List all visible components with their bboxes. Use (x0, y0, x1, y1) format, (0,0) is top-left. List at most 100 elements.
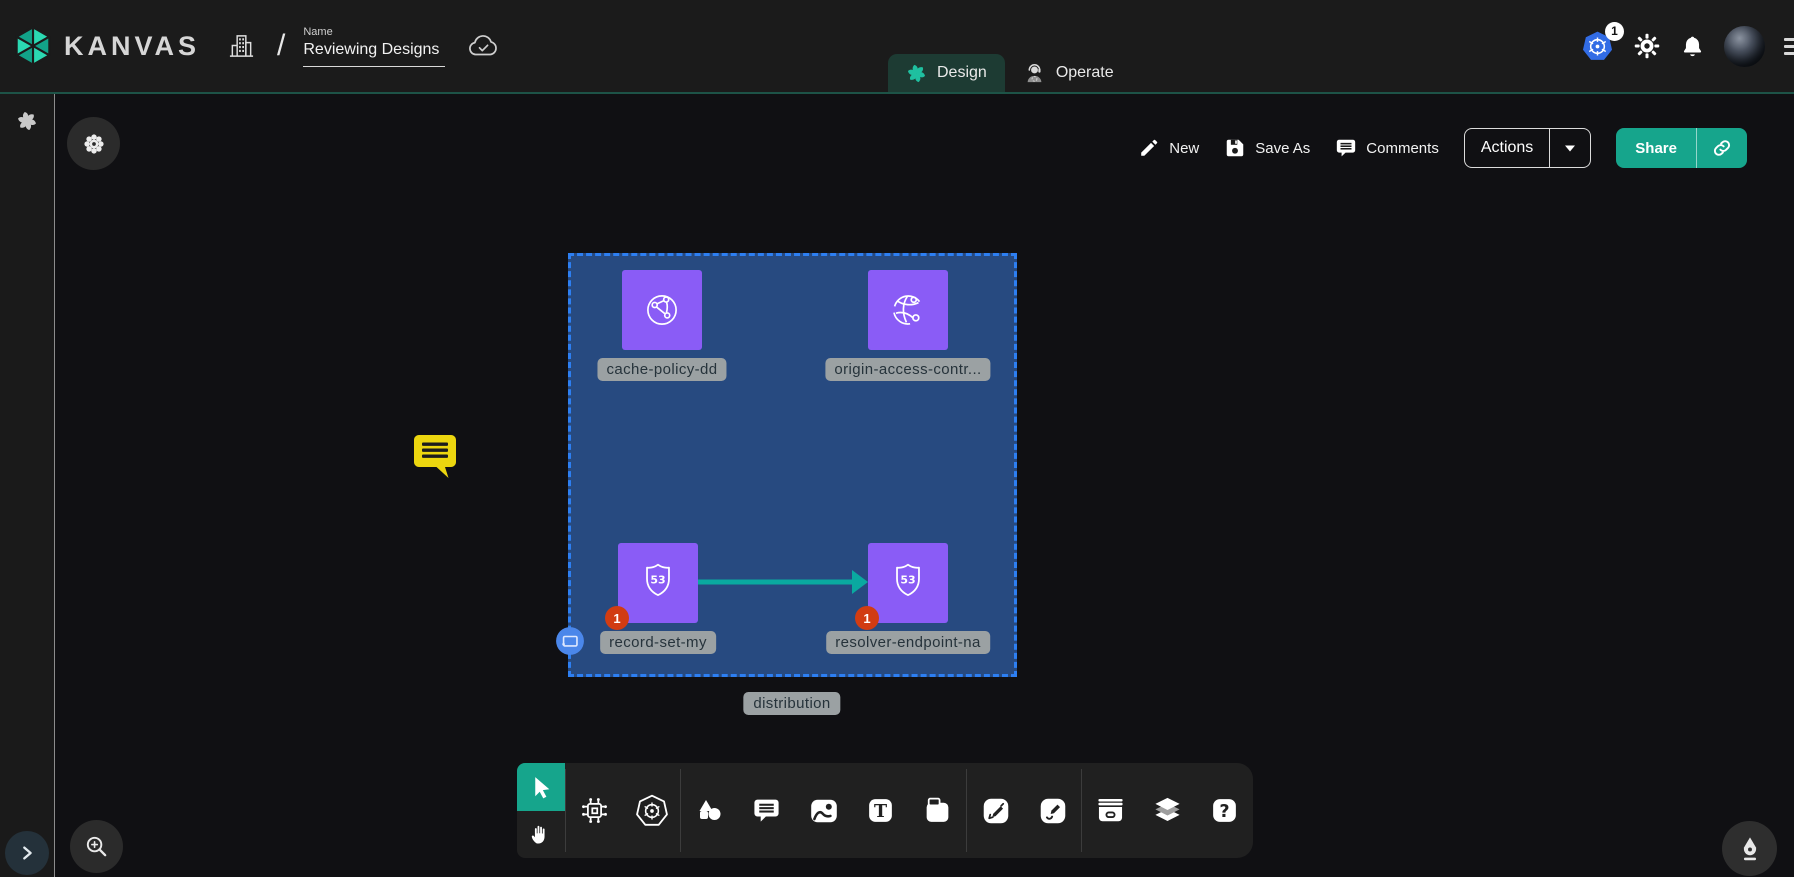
tool-shapes[interactable] (681, 763, 738, 858)
pen-nib-icon (1736, 835, 1764, 863)
design-name-input[interactable] (303, 41, 445, 67)
node-cache-policy[interactable]: cache-policy-dd (622, 270, 702, 350)
globe-network-icon (639, 287, 685, 333)
actions-label[interactable]: Actions (1465, 129, 1549, 167)
gear-flower-icon (82, 132, 106, 156)
tool-comment[interactable] (738, 763, 795, 858)
hexagon-logo-icon (12, 25, 54, 67)
kubernetes-badge: 1 (1605, 22, 1624, 41)
comments-button[interactable]: Comments (1335, 137, 1439, 159)
comment-bubble-icon (752, 796, 781, 825)
sticky-note-icon (922, 795, 953, 826)
svg-text:?: ? (1219, 802, 1229, 822)
link-icon (1711, 137, 1733, 159)
design-name-label: Name (303, 26, 445, 38)
bottom-toolbar: T (517, 763, 1253, 858)
image-icon (808, 795, 840, 827)
tool-archive-drawer[interactable] (1082, 763, 1139, 858)
node-record-set[interactable]: 53 1 record-set-my (618, 543, 698, 623)
caret-down-icon (1563, 142, 1577, 154)
tool-sticky-note[interactable] (909, 763, 966, 858)
tool-pan-hand[interactable] (517, 811, 565, 859)
help-icon: ? (1209, 795, 1240, 826)
menu-hamburger-icon[interactable] (1784, 38, 1794, 55)
svg-text:53: 53 (650, 574, 665, 587)
route53-shield-icon: 53 (635, 560, 681, 606)
node-label: cache-policy-dd (597, 358, 726, 381)
design-flower-icon (906, 63, 927, 84)
chip-icon (578, 794, 611, 827)
new-button[interactable]: New (1138, 137, 1199, 159)
node-label: record-set-my (600, 631, 716, 654)
header-right: 1 (1581, 0, 1794, 92)
share-split-button[interactable]: Share (1616, 128, 1747, 168)
node-origin-access-control[interactable]: origin-access-contr... (868, 270, 948, 350)
organization-icon[interactable] (228, 31, 255, 61)
user-avatar[interactable] (1724, 26, 1765, 67)
share-label[interactable]: Share (1616, 128, 1696, 168)
design-canvas[interactable]: cache-policy-dd (56, 94, 1794, 877)
tool-freehand-pencil[interactable] (1024, 763, 1081, 858)
node-resolver-endpoint-box[interactable]: 53 (868, 543, 948, 623)
new-label: New (1169, 140, 1199, 157)
copy-link-button[interactable] (1696, 128, 1747, 168)
kubernetes-status-button[interactable]: 1 (1581, 30, 1614, 63)
node-cache-policy-box[interactable] (622, 270, 702, 350)
breadcrumb-separator: / (277, 29, 285, 63)
tool-component-chip[interactable] (566, 763, 623, 858)
group-label-distribution: distribution (743, 692, 840, 715)
node-label: resolver-endpoint-na (826, 631, 990, 654)
sidebar-flower-icon[interactable] (16, 110, 38, 132)
tab-design[interactable]: Design (888, 54, 1005, 92)
shapes-icon (695, 796, 725, 826)
selection-group-distribution[interactable]: cache-policy-dd (568, 253, 1017, 677)
left-sidebar (0, 94, 55, 877)
tab-operate-label: Operate (1056, 64, 1114, 82)
tool-help[interactable]: ? (1196, 763, 1253, 858)
hand-icon (528, 821, 554, 847)
actions-split-button[interactable]: Actions (1464, 128, 1591, 168)
zoom-in-button[interactable] (70, 820, 123, 873)
design-name-field: Name (303, 26, 445, 67)
notifications-bell-icon[interactable] (1680, 34, 1705, 59)
text-tool-icon: T (865, 795, 896, 826)
brand-logo: KANVAS (12, 25, 200, 67)
tool-kubernetes[interactable] (623, 763, 680, 858)
save-as-label: Save As (1255, 140, 1310, 157)
cloud-sync-status-icon (467, 34, 498, 58)
settings-gear-icon[interactable] (1633, 32, 1661, 60)
header-left: KANVAS / (12, 0, 498, 92)
layers-icon (1151, 794, 1184, 827)
tool-select-cursor[interactable] (517, 763, 565, 811)
tool-layers[interactable] (1139, 763, 1196, 858)
comments-label: Comments (1366, 140, 1439, 157)
comment-marker-icon[interactable] (412, 432, 458, 482)
selection-group-handle[interactable] (555, 626, 585, 656)
issue-badge[interactable]: 1 (855, 606, 879, 630)
node-origin-access-box[interactable] (868, 270, 948, 350)
node-record-set-box[interactable]: 53 (618, 543, 698, 623)
tab-design-label: Design (937, 64, 987, 82)
tool-text[interactable]: T (852, 763, 909, 858)
edge-pen-icon (980, 795, 1012, 827)
kubernetes-wheel-icon (635, 794, 669, 828)
issue-badge[interactable]: 1 (605, 606, 629, 630)
route53-shield-icon: 53 (885, 560, 931, 606)
floppy-disk-icon (1224, 137, 1246, 159)
svg-text:53: 53 (900, 574, 915, 587)
archive-drawer-icon (1094, 794, 1127, 827)
canvas-settings-button[interactable] (67, 117, 120, 170)
tool-image[interactable] (795, 763, 852, 858)
save-as-button[interactable]: Save As (1224, 137, 1310, 159)
node-resolver-endpoint[interactable]: 53 1 resolver-endpoint-na (868, 543, 948, 623)
tool-edge-pen[interactable] (967, 763, 1024, 858)
operator-headset-icon (1023, 62, 1046, 85)
kanvas-app: KANVAS / (0, 0, 1794, 877)
pen-tool-button[interactable] (1722, 821, 1777, 876)
pencil-icon (1138, 137, 1160, 159)
tab-operate[interactable]: Operate (1005, 54, 1132, 92)
sidebar-expand-button[interactable] (5, 831, 49, 875)
magnifier-plus-icon (83, 833, 110, 860)
actions-dropdown-toggle[interactable] (1549, 129, 1590, 167)
cursor-arrow-icon (529, 774, 554, 799)
